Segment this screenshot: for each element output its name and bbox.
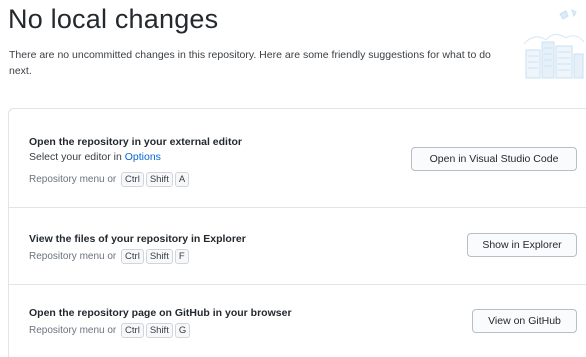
- key-g: G: [174, 323, 191, 338]
- key-f: F: [174, 249, 189, 264]
- suggestion-title: Open the repository in your external edi…: [29, 136, 242, 148]
- suggestion-title: View the files of your repository in Exp…: [29, 233, 246, 245]
- shortcut-text: Repository menu or: [29, 325, 117, 336]
- show-in-explorer-button[interactable]: Show in Explorer: [467, 233, 577, 257]
- page-title: No local changes: [8, 4, 219, 34]
- suggestion-show-explorer: View the files of your repository in Exp…: [9, 208, 586, 285]
- key-shift: Shift: [145, 249, 173, 264]
- suggestions-panel: Open the repository in your external edi…: [8, 108, 586, 357]
- key-shift: Shift: [145, 323, 173, 338]
- key-ctrl: Ctrl: [121, 249, 144, 264]
- shortcut-hint: Repository menu or Ctrl Shift G: [29, 323, 191, 338]
- shortcut-hint: Repository menu or Ctrl Shift F: [29, 249, 189, 264]
- page-description: There are no uncommitted changes in this…: [9, 49, 491, 77]
- key-a: A: [174, 172, 190, 187]
- key-ctrl: Ctrl: [121, 323, 144, 338]
- suggestion-open-editor: Open the repository in your external edi…: [9, 109, 586, 208]
- view-on-github-button[interactable]: View on GitHub: [472, 309, 577, 333]
- suggestion-title: Open the repository page on GitHub in yo…: [29, 307, 292, 319]
- shortcut-hint: Repository menu or Ctrl Shift A: [29, 172, 190, 187]
- key-shift: Shift: [145, 172, 173, 187]
- open-in-editor-button[interactable]: Open in Visual Studio Code: [411, 147, 577, 171]
- city-skyline-illustration: [523, 9, 584, 79]
- shortcut-text: Repository menu or: [29, 251, 117, 262]
- options-link[interactable]: Options: [125, 151, 161, 163]
- suggestion-view-github: Open the repository page on GitHub in yo…: [9, 285, 586, 357]
- suggestion-text: Select your editor in Options: [29, 151, 161, 163]
- key-ctrl: Ctrl: [121, 172, 144, 187]
- shortcut-text: Repository menu or: [29, 174, 117, 185]
